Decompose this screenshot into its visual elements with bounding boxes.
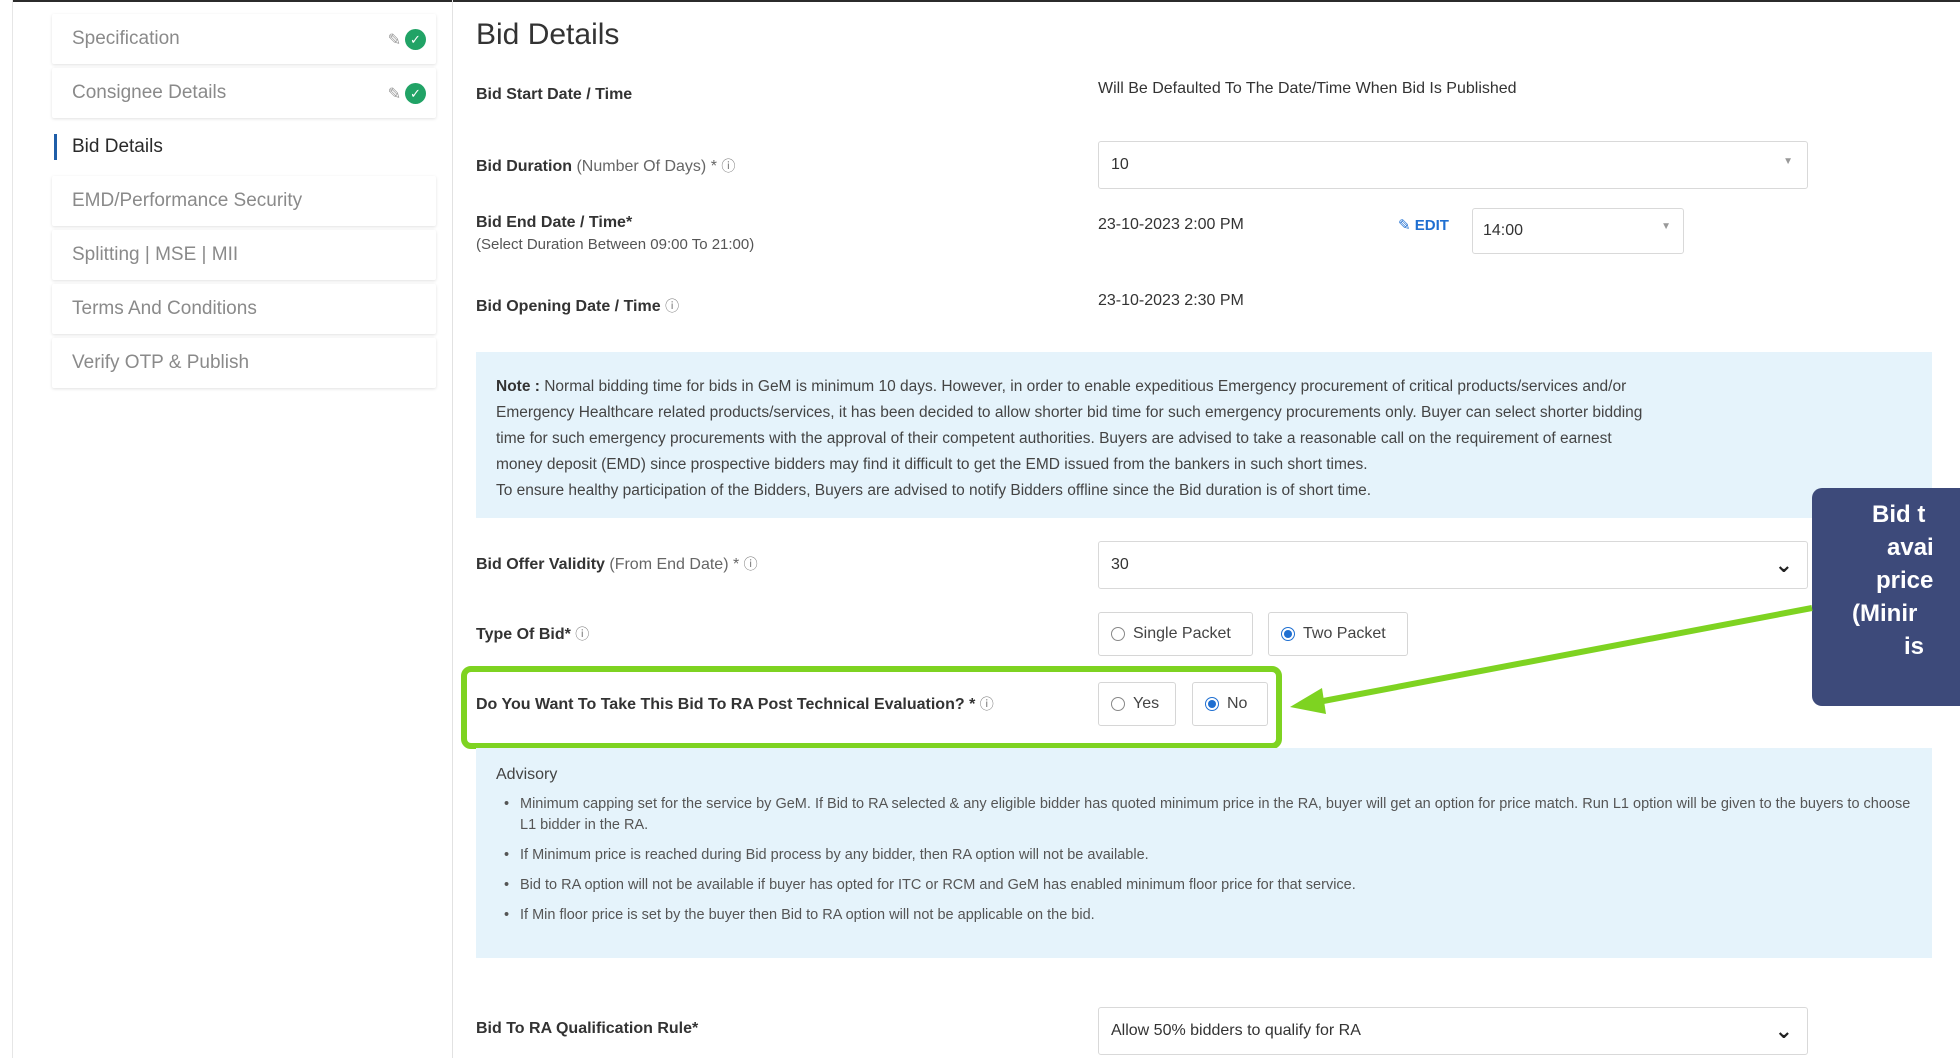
offer-validity-label: Bid Offer Validity (From End Date) * ⓘ xyxy=(476,554,758,574)
ra-yes-option[interactable]: Yes xyxy=(1098,682,1176,726)
qualification-rule-label: Bid To RA Qualification Rule* xyxy=(476,1020,698,1038)
sidebar-item-label: Specification xyxy=(72,28,180,49)
type-of-bid-label-text: Type Of Bid* xyxy=(476,626,571,643)
qualification-rule-value: Allow 50% bidders to qualify for RA xyxy=(1111,1022,1361,1039)
annotation-callout: Bid t avai price (Minir is xyxy=(1812,488,1960,706)
sidebar-item-label: Bid Details xyxy=(72,136,163,157)
sidebar-item-emd-performance-security[interactable]: EMD/Performance Security xyxy=(52,176,436,226)
bid-start-label: Bid Start Date / Time xyxy=(476,86,632,104)
bid-duration-label: Bid Duration (Number Of Days) * ⓘ xyxy=(476,156,735,176)
note-text: Normal bidding time for bids in GeM is m… xyxy=(544,378,1627,395)
two-packet-option[interactable]: Two Packet xyxy=(1268,612,1408,656)
qualification-rule-label-text: Bid To RA Qualification Rule* xyxy=(476,1020,699,1037)
ra-no-option[interactable]: No xyxy=(1192,682,1268,726)
sidebar-item-label: Verify OTP & Publish xyxy=(72,352,250,373)
single-packet-option[interactable]: Single Packet xyxy=(1098,612,1253,656)
callout-line: is xyxy=(1904,633,1925,660)
bid-start-label-text: Bid Start Date / Time xyxy=(476,86,633,103)
two-packet-label: Two Packet xyxy=(1303,625,1386,642)
advisory-item: Bid to RA option will not be available i… xyxy=(496,875,1912,896)
radio-selected[interactable] xyxy=(1205,697,1219,711)
ra-yes-label: Yes xyxy=(1133,695,1160,712)
sidebar-item-consignee-details[interactable]: Consignee Details ✎ ✓ xyxy=(52,68,436,118)
pencil-icon: ✎ xyxy=(1398,217,1411,234)
check-circle-icon: ✓ xyxy=(405,29,426,50)
advisory-title: Advisory xyxy=(496,766,558,783)
bid-end-label-text: Bid End Date / Time* xyxy=(476,214,633,231)
radio-unselected[interactable] xyxy=(1111,697,1125,711)
info-icon[interactable]: ⓘ xyxy=(744,556,758,572)
end-time-value: 14:00 xyxy=(1483,222,1524,239)
step-status: ✎ ✓ xyxy=(388,29,426,50)
chevron-down-icon: ⌄ xyxy=(1774,552,1793,577)
bid-duration-hint: (Number Of Days) * xyxy=(576,158,717,175)
note-line: time for such emergency procurements wit… xyxy=(496,430,1612,447)
advisory-list: Minimum capping set for the service by G… xyxy=(496,794,1912,926)
sidebar-item-terms-and-conditions[interactable]: Terms And Conditions xyxy=(52,284,436,334)
pencil-icon[interactable]: ✎ xyxy=(388,30,401,50)
bid-end-label: Bid End Date / Time* (Select Duration Be… xyxy=(476,214,754,253)
offer-validity-label-text: Bid Offer Validity xyxy=(476,556,605,573)
info-icon[interactable]: ⓘ xyxy=(721,158,735,174)
main-content: Bid Details Bid Start Date / Time Will B… xyxy=(461,0,1960,1058)
chevron-down-icon: ⌄ xyxy=(1774,1018,1793,1043)
ra-no-label: No xyxy=(1227,695,1248,712)
info-icon[interactable]: ⓘ xyxy=(980,696,994,712)
advisory-item: If Min floor price is set by the buyer t… xyxy=(496,905,1912,926)
caret-down-icon: ▼ xyxy=(1661,221,1671,232)
sidebar-divider xyxy=(452,0,453,1058)
sidebar-item-bid-details[interactable]: Bid Details xyxy=(52,122,436,172)
bid-opening-value: 23-10-2023 2:30 PM xyxy=(1098,292,1244,309)
callout-line: avai xyxy=(1887,534,1934,561)
sidebar-item-splitting[interactable]: Splitting | MSE | MII xyxy=(52,230,436,280)
sidebar-item-label: Consignee Details xyxy=(72,82,227,103)
callout-line: Bid t xyxy=(1872,501,1926,528)
page-title: Bid Details xyxy=(476,18,620,51)
single-packet-label: Single Packet xyxy=(1133,625,1231,642)
ra-question-label-text: Do You Want To Take This Bid To RA Post … xyxy=(476,696,976,713)
emergency-note-box: Note : Normal bidding time for bids in G… xyxy=(476,352,1932,518)
advisory-box: Advisory Minimum capping set for the ser… xyxy=(476,748,1932,958)
sidebar-item-verify-otp-publish[interactable]: Verify OTP & Publish xyxy=(52,338,436,388)
sidebar-item-specification[interactable]: Specification ✎ ✓ xyxy=(52,14,436,64)
bid-end-value: 23-10-2023 2:00 PM xyxy=(1098,216,1244,233)
caret-down-icon: ▼ xyxy=(1783,156,1793,167)
info-icon[interactable]: ⓘ xyxy=(665,298,679,314)
radio-unselected[interactable] xyxy=(1111,627,1125,641)
offer-validity-select[interactable]: 30 ⌄ xyxy=(1098,541,1808,589)
offer-validity-hint: (From End Date) * xyxy=(609,556,740,573)
callout-line: price xyxy=(1876,567,1934,594)
note-line: Emergency Healthcare related products/se… xyxy=(496,404,1643,421)
advisory-item: If Minimum price is reached during Bid p… xyxy=(496,845,1912,866)
sidebar-item-label: Splitting | MSE | MII xyxy=(72,244,239,265)
pencil-icon[interactable]: ✎ xyxy=(388,84,401,104)
note-prefix: Note : xyxy=(496,378,540,395)
bid-duration-value: 10 xyxy=(1111,156,1129,173)
note-line: Note : Normal bidding time for bids in G… xyxy=(496,374,1912,400)
callout-line: (Minir xyxy=(1852,600,1918,627)
bid-duration-label-text: Bid Duration xyxy=(476,158,572,175)
bid-opening-label-text: Bid Opening Date / Time xyxy=(476,298,661,315)
type-of-bid-label: Type Of Bid* ⓘ xyxy=(476,624,589,644)
bid-end-sub-label: (Select Duration Between 09:00 To 21:00) xyxy=(476,236,755,253)
offer-validity-value: 30 xyxy=(1111,556,1129,573)
sidebar-item-label: EMD/Performance Security xyxy=(72,190,303,211)
sidebar-item-label: Terms And Conditions xyxy=(72,298,257,319)
note-line: money deposit (EMD) since prospective bi… xyxy=(496,456,1368,473)
info-icon[interactable]: ⓘ xyxy=(575,626,589,642)
bid-start-value: Will Be Defaulted To The Date/Time When … xyxy=(1098,80,1517,97)
step-status: ✎ ✓ xyxy=(388,83,426,104)
qualification-rule-select[interactable]: Allow 50% bidders to qualify for RA ⌄ xyxy=(1098,1007,1808,1055)
check-circle-icon: ✓ xyxy=(405,83,426,104)
edit-label: EDIT xyxy=(1414,217,1449,234)
ra-question-label: Do You Want To Take This Bid To RA Post … xyxy=(476,694,994,714)
note-line: To ensure healthy participation of the B… xyxy=(496,482,1372,499)
bid-opening-label: Bid Opening Date / Time ⓘ xyxy=(476,296,679,316)
sidebar-nav: Specification ✎ ✓ Consignee Details ✎ ✓ … xyxy=(52,14,436,392)
bid-duration-select[interactable]: 10 ▼ xyxy=(1098,141,1808,189)
edit-end-time-link[interactable]: ✎ EDIT xyxy=(1398,216,1449,234)
end-time-select[interactable]: 14:00 ▼ xyxy=(1472,208,1684,254)
radio-selected[interactable] xyxy=(1281,627,1295,641)
advisory-item: Minimum capping set for the service by G… xyxy=(496,794,1912,836)
